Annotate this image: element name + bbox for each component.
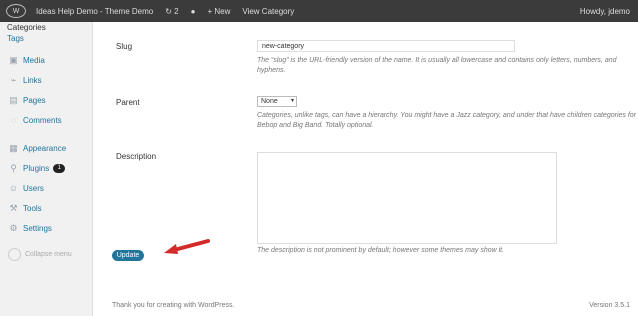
submenu-item-tags[interactable]: Tags — [7, 33, 92, 44]
user-account-link[interactable]: Howdy, jdemo — [574, 0, 638, 22]
posts-submenu: Categories Tags — [0, 22, 92, 44]
update-button[interactable]: Update — [112, 250, 144, 261]
updates-count: 2 — [174, 6, 179, 16]
admin-menu: ▣ Media ⌁ Links ▤ Pages ◌ Comments ▦ Appearan… — [0, 50, 92, 238]
admin-sidebar: Categories Tags ▣ Media ⌁ Links ▤ Pages ◌ Co… — [0, 22, 93, 316]
menu-label: Media — [23, 55, 45, 65]
collapse-icon — [8, 248, 21, 261]
appearance-icon: ▦ — [9, 142, 18, 153]
chevron-down-icon: ▾ — [290, 98, 294, 104]
parent-selected-value: None — [261, 98, 278, 105]
description-textarea[interactable] — [257, 152, 557, 244]
collapse-menu-button[interactable]: Collapse menu — [0, 248, 92, 261]
menu-label: Settings — [23, 223, 52, 233]
menu-label: Plugins — [23, 163, 50, 173]
menu-label: Appearance — [23, 143, 67, 153]
site-title-link[interactable]: Ideas Help Demo - Theme Demo — [30, 0, 159, 22]
wordpress-logo-icon[interactable]: W — [6, 4, 26, 18]
links-icon: ⌁ — [10, 74, 17, 85]
plugins-icon: ⚲ — [10, 162, 17, 173]
menu-item-comments[interactable]: ◌ Comments — [0, 110, 92, 130]
admin-bar: W Ideas Help Demo - Theme Demo ↻ 2 ● + N… — [0, 0, 638, 22]
textarea-scrollbar[interactable] — [549, 155, 554, 243]
comments-link[interactable]: ● — [185, 0, 202, 22]
refresh-icon: ↻ — [165, 6, 172, 16]
plus-icon: + — [207, 6, 213, 16]
updates-link[interactable]: ↻ 2 — [159, 0, 184, 22]
menu-label: Users — [23, 183, 44, 193]
settings-icon: ⚙ — [9, 222, 18, 233]
comment-bubble-icon: ● — [190, 6, 196, 16]
description-help: The description is not prominent by defa… — [257, 247, 505, 254]
footer-version: Version 3.5.1 — [589, 302, 630, 309]
media-icon: ▣ — [9, 54, 18, 65]
new-content-link[interactable]: + New — [201, 0, 236, 22]
users-icon: ☺ — [8, 183, 19, 193]
red-arrow-annotation-icon — [164, 239, 210, 254]
comments-icon: ◌ — [10, 115, 17, 125]
tools-icon: ⚒ — [9, 202, 18, 213]
parent-label: Parent — [116, 98, 140, 107]
pages-icon: ▤ — [9, 94, 18, 105]
slug-input[interactable]: new-category — [257, 40, 515, 52]
menu-item-appearance[interactable]: ▦ Appearance — [0, 138, 92, 158]
menu-label: Pages — [23, 95, 46, 105]
slug-description: The “slug” is the URL-friendly version o… — [257, 57, 617, 74]
menu-item-pages[interactable]: ▤ Pages — [0, 90, 92, 110]
parent-select[interactable]: None ▾ — [257, 96, 297, 107]
slug-label: Slug — [116, 42, 133, 51]
submenu-item-categories[interactable]: Categories — [7, 22, 92, 33]
menu-label: Tools — [23, 203, 42, 213]
menu-item-settings[interactable]: ⚙ Settings — [0, 218, 92, 238]
menu-item-plugins[interactable]: ⚲ Plugins 1 — [0, 158, 92, 178]
collapse-label: Collapse menu — [25, 251, 72, 258]
new-label: New — [214, 6, 231, 16]
footer-thanks: Thank you for creating with WordPress. — [112, 302, 235, 309]
menu-item-users[interactable]: ☺ Users — [0, 178, 92, 198]
edit-category-form: Slug new-category The “slug” is the URL-… — [92, 22, 638, 316]
plugins-update-badge: 1 — [53, 163, 66, 173]
menu-item-tools[interactable]: ⚒ Tools — [0, 198, 92, 218]
view-category-link[interactable]: View Category — [236, 0, 300, 22]
menu-item-media[interactable]: ▣ Media — [0, 50, 92, 70]
menu-label: Comments — [23, 115, 62, 125]
menu-item-links[interactable]: ⌁ Links — [0, 70, 92, 90]
menu-label: Links — [23, 75, 42, 85]
description-label: Description — [116, 152, 157, 161]
parent-description: Categories, unlike tags, can have a hier… — [257, 112, 637, 129]
